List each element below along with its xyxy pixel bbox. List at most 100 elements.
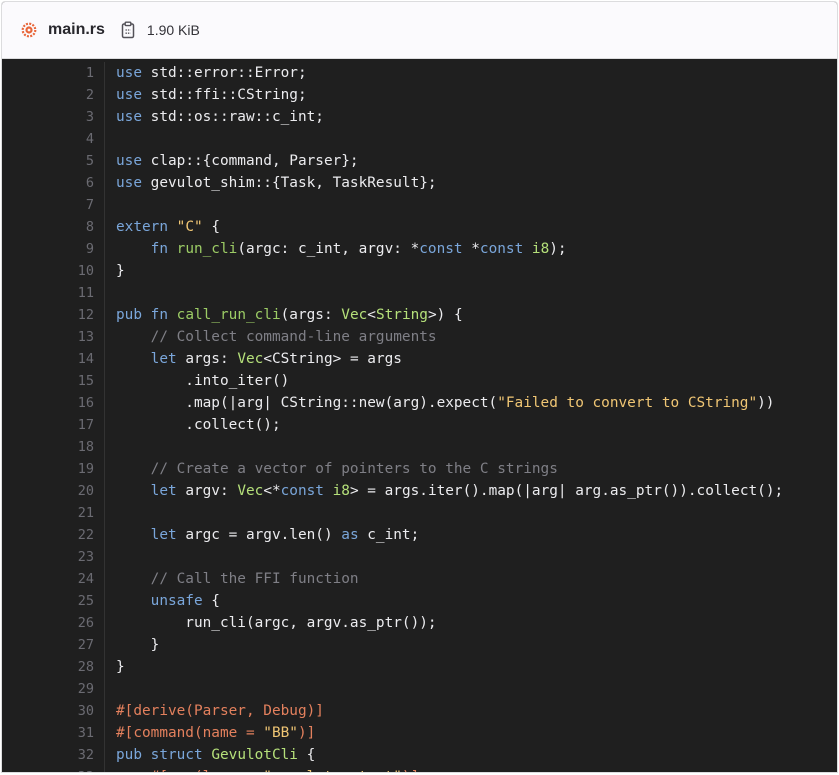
- code-token: std::ffi::CString;: [142, 87, 307, 103]
- line-number[interactable]: 8: [2, 216, 104, 238]
- line-number[interactable]: 28: [2, 656, 104, 678]
- line-number[interactable]: 4: [2, 128, 104, 150]
- file-size: 1.90 KiB: [146, 22, 200, 38]
- code-token: argv:: [176, 483, 238, 499]
- line-number[interactable]: 15: [2, 370, 104, 392]
- line-number[interactable]: 17: [2, 414, 104, 436]
- code-token: {: [202, 593, 220, 609]
- line-number[interactable]: 32: [2, 744, 104, 766]
- code-text: use std::ffi::CString;: [105, 84, 307, 106]
- code-token: run_cli(argc, argv.as_ptr());: [116, 615, 437, 631]
- code-line: 33 #[arg(long = "gevulot-output")]: [2, 766, 837, 772]
- line-number[interactable]: 10: [2, 260, 104, 282]
- code-line: 19 // Create a vector of pointers to the…: [2, 458, 837, 480]
- code-content[interactable]: 1 use std::error::Error; 2 use std::ffi::CS…: [2, 59, 837, 772]
- code-text: use std::os::raw::c_int;: [105, 106, 324, 128]
- line-number[interactable]: 14: [2, 348, 104, 370]
- line-number[interactable]: 23: [2, 546, 104, 568]
- string-token: "Failed to convert to CString": [497, 395, 758, 411]
- line-number[interactable]: 26: [2, 612, 104, 634]
- code-line: 21: [2, 502, 837, 524]
- code-token: >) {: [427, 307, 463, 323]
- line-number[interactable]: 25: [2, 590, 104, 612]
- line-number[interactable]: 7: [2, 194, 104, 216]
- keyword-token: const: [280, 483, 324, 499]
- line-number[interactable]: 21: [2, 502, 104, 524]
- keyword-token: fn: [150, 307, 168, 323]
- code-line: 23: [2, 546, 837, 568]
- code-token: (argc: c_int, argv: *: [237, 241, 420, 257]
- line-number[interactable]: 18: [2, 436, 104, 458]
- code-text: #[derive(Parser, Debug)]: [105, 700, 324, 722]
- code-line: 27 }: [2, 634, 837, 656]
- code-line: 18: [2, 436, 837, 458]
- line-number[interactable]: 33: [2, 766, 104, 772]
- line-number[interactable]: 11: [2, 282, 104, 304]
- line-number[interactable]: 1: [2, 62, 104, 84]
- keyword-token: unsafe: [150, 593, 203, 609]
- line-number[interactable]: 20: [2, 480, 104, 502]
- keyword-token: use: [116, 175, 142, 191]
- line-number[interactable]: 13: [2, 326, 104, 348]
- clipboard-icon[interactable]: [119, 21, 137, 39]
- keyword-token: extern: [116, 219, 168, 235]
- code-text: }: [105, 634, 160, 656]
- code-token: std::os::raw::c_int;: [142, 109, 324, 125]
- comment-token: // Collect command-line arguments: [150, 329, 437, 345]
- code-line: 5 use clap::{command, Parser};: [2, 150, 837, 172]
- code-token: gevulot_shim::{Task, TaskResult};: [142, 175, 437, 191]
- line-number[interactable]: 6: [2, 172, 104, 194]
- line-number[interactable]: 24: [2, 568, 104, 590]
- attribute-token: )]: [402, 769, 419, 772]
- keyword-token: use: [116, 87, 142, 103]
- line-number[interactable]: 22: [2, 524, 104, 546]
- code-text: // Call the FFI function: [105, 568, 359, 590]
- line-number[interactable]: 2: [2, 84, 104, 106]
- string-token: "gevulot-output": [263, 769, 402, 772]
- keyword-token: pub: [116, 307, 142, 323]
- code-text: pub fn call_run_cli(args: Vec<String>) {: [105, 304, 463, 326]
- code-text: fn run_cli(argc: c_int, argv: *const *co…: [105, 238, 567, 260]
- line-number[interactable]: 29: [2, 678, 104, 700]
- code-text: let args: Vec<CString> = args: [105, 348, 402, 370]
- line-number[interactable]: 16: [2, 392, 104, 414]
- line-number[interactable]: 27: [2, 634, 104, 656]
- line-number[interactable]: 9: [2, 238, 104, 260]
- function-token: run_cli: [176, 241, 238, 257]
- line-number[interactable]: 30: [2, 700, 104, 722]
- attribute-token: #[command(name =: [116, 725, 264, 741]
- code-text: .into_iter(): [105, 370, 289, 392]
- code-line: 22 let argc = argv.len() as c_int;: [2, 524, 837, 546]
- code-token: <: [367, 307, 376, 323]
- code-text: use clap::{command, Parser};: [105, 150, 359, 172]
- code-line: 7: [2, 194, 837, 216]
- keyword-token: use: [116, 109, 142, 125]
- line-number[interactable]: 5: [2, 150, 104, 172]
- line-number[interactable]: 3: [2, 106, 104, 128]
- line-number[interactable]: 31: [2, 722, 104, 744]
- line-number[interactable]: 12: [2, 304, 104, 326]
- line-number[interactable]: 19: [2, 458, 104, 480]
- code-text: }: [105, 260, 125, 282]
- code-line: 14 let args: Vec<CString> = args: [2, 348, 837, 370]
- type-token: Vec: [237, 351, 264, 367]
- code-line: 10}: [2, 260, 837, 282]
- code-line: 28}: [2, 656, 837, 678]
- file-name[interactable]: main.rs: [48, 21, 105, 39]
- comment-token: // Call the FFI function: [150, 571, 359, 587]
- keyword-token: const: [419, 241, 463, 257]
- code-lines: 1 use std::error::Error; 2 use std::ffi::CS…: [2, 59, 837, 772]
- code-text: let argc = argv.len() as c_int;: [105, 524, 420, 546]
- code-token: .into_iter(): [116, 373, 290, 389]
- code-token: std::error::Error;: [142, 65, 307, 81]
